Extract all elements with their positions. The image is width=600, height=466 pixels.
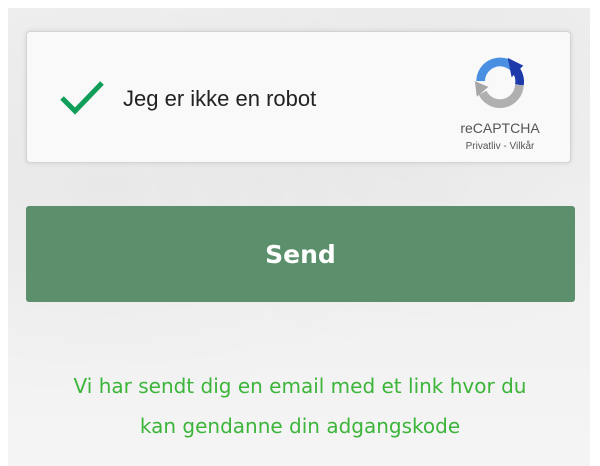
links-separator: - <box>500 141 510 152</box>
success-message-line-2: kan gendanne din adgangskode <box>139 414 461 438</box>
page-right-edge <box>590 0 600 466</box>
terms-link[interactable]: Vilkår <box>510 141 535 152</box>
recaptcha-widget: Jeg er ikke en robot reCAPTCHA Privatliv… <box>26 31 571 163</box>
recaptcha-links: Privatliv - Vilkår <box>438 141 562 152</box>
success-message: Vi har sendt dig en email med et link hv… <box>20 366 580 446</box>
recaptcha-label: Jeg er ikke en robot <box>123 86 317 111</box>
recaptcha-logo-icon <box>474 57 525 108</box>
success-message-line-1: Vi har sendt dig en email med et link hv… <box>73 374 527 398</box>
checkmark-icon[interactable] <box>59 80 105 116</box>
recaptcha-brand: reCAPTCHA <box>460 120 540 136</box>
send-button[interactable]: Send <box>26 206 575 302</box>
privacy-link[interactable]: Privatliv <box>466 141 501 152</box>
page-left-edge <box>0 0 8 466</box>
page-top-edge <box>0 0 600 8</box>
